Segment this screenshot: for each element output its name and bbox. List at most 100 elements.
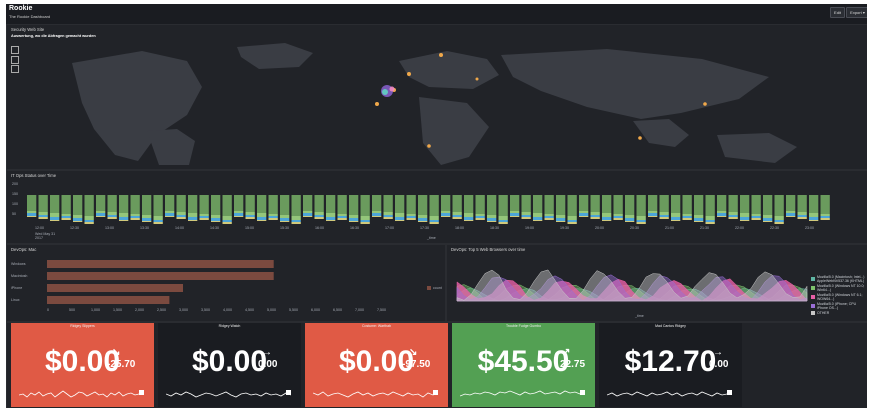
ops-bar[interactable] <box>705 195 715 224</box>
ops-bar[interactable] <box>176 195 186 219</box>
ops-bar[interactable] <box>188 195 198 221</box>
sparkline <box>460 390 585 397</box>
ops-bar[interactable] <box>809 195 819 221</box>
ops-bar[interactable] <box>602 195 612 221</box>
ops-bar[interactable] <box>613 195 623 220</box>
traffic-tile[interactable]: Costume: Warthab $0.00 ↘ -97.50 <box>305 323 448 407</box>
ops-bar[interactable] <box>291 195 301 224</box>
ops-bar[interactable] <box>694 195 704 222</box>
ops-bar[interactable] <box>498 195 508 224</box>
ops-bar[interactable] <box>73 195 83 222</box>
ops-bar[interactable] <box>441 195 451 217</box>
ops-bar[interactable] <box>487 195 497 222</box>
ops-bar[interactable] <box>50 195 60 221</box>
ops-bar[interactable] <box>142 195 152 222</box>
ops-bar[interactable] <box>740 195 750 221</box>
traffic-tile[interactable]: Trouble Fudge Gumbo $45.50 ↗ 22.75 <box>452 323 595 407</box>
x-tick-label: 15:00 <box>245 226 254 230</box>
ops-bar[interactable] <box>763 195 773 222</box>
export-button[interactable]: Export ▾ <box>846 7 867 18</box>
zoom-in-icon[interactable] <box>11 46 19 54</box>
ops-bar[interactable] <box>326 195 336 221</box>
ops-bar[interactable] <box>84 195 94 224</box>
x-tick-label: 14:00 <box>175 226 184 230</box>
ops-bar[interactable] <box>452 195 462 219</box>
ops-bar[interactable] <box>153 195 163 224</box>
ops-bar[interactable] <box>797 195 807 219</box>
ops-bar[interactable] <box>521 195 531 219</box>
ops-bar[interactable] <box>27 195 37 217</box>
ops-bar[interactable] <box>533 195 543 221</box>
ops-bar[interactable] <box>303 195 313 217</box>
ops-bar[interactable] <box>61 195 71 220</box>
mac-bar[interactable] <box>47 284 183 292</box>
mac-x-tick-label: 2,500 <box>157 308 166 312</box>
ops-bar[interactable] <box>636 195 646 224</box>
ops-bar[interactable] <box>406 195 416 220</box>
ops-bar[interactable] <box>395 195 405 221</box>
layers-icon[interactable] <box>11 65 19 73</box>
ops-bar[interactable] <box>107 195 117 219</box>
traffic-tile[interactable]: Ridgey Watch $0.00 → 0.00 <box>158 323 301 407</box>
ops-bar[interactable] <box>625 195 635 222</box>
ops-bar[interactable] <box>544 195 554 220</box>
legend-item: Mozilla/5.0 (Windows NT 6.1; WOW64...) <box>811 293 865 301</box>
legend-label: Mozilla/5.0 (Windows NT 10.0; Win64...) <box>817 284 865 292</box>
x-tick-label: 17:30 <box>420 226 429 230</box>
ops-bar[interactable] <box>234 195 244 217</box>
y-tick-150: 150 <box>12 192 18 196</box>
ops-bar[interactable] <box>96 195 106 217</box>
traffic-tile[interactable]: Mad Cantos Ridgey $12.70 → 0.00 <box>599 323 742 407</box>
ops-bar[interactable] <box>475 195 485 220</box>
ops-bar[interactable] <box>130 195 140 220</box>
ops-bar[interactable] <box>820 195 830 220</box>
down-right-arrow-icon: ↘ <box>112 347 121 358</box>
traffic-tile[interactable]: Ridgey Slippers $0.00 ↘ -25.70 <box>11 323 154 407</box>
ops-bar[interactable] <box>429 195 439 224</box>
devops-browsers-chart[interactable]: _time <box>447 245 867 321</box>
world-map[interactable] <box>27 43 857 165</box>
zoom-out-icon[interactable] <box>11 56 19 64</box>
ops-bar[interactable] <box>659 195 669 219</box>
mac-bar[interactable] <box>47 260 274 268</box>
ops-bar[interactable] <box>556 195 566 222</box>
mac-legend-swatch <box>427 286 431 290</box>
devops-mac-panel: DevOps: Mac Windows Macintosh iPhone Linux … <box>6 244 446 322</box>
mac-bar[interactable] <box>47 296 170 304</box>
ops-bar[interactable] <box>671 195 681 221</box>
ops-bar[interactable] <box>774 195 784 224</box>
ops-bar[interactable] <box>418 195 428 222</box>
devops-mac-chart[interactable]: Windows Macintosh iPhone Linux 0 500 1,000 1,5… <box>7 245 445 321</box>
ops-bar[interactable] <box>337 195 347 220</box>
ops-bar[interactable] <box>383 195 393 219</box>
edit-button[interactable]: Edit <box>830 7 845 18</box>
ops-status-chart[interactable]: 200 150 100 50 12:00 12:30 13:00 13:30 14:00… <box>7 171 867 243</box>
ops-bar[interactable] <box>717 195 727 217</box>
ops-bar[interactable] <box>648 195 658 217</box>
mac-x-tick-label: 7,000 <box>355 308 364 312</box>
ops-bar[interactable] <box>199 195 209 220</box>
ops-bar[interactable] <box>222 195 232 224</box>
ops-bar[interactable] <box>38 195 48 219</box>
ops-bar[interactable] <box>590 195 600 219</box>
ops-bar[interactable] <box>360 195 370 224</box>
ops-bar[interactable] <box>165 195 175 217</box>
mac-bar[interactable] <box>47 272 274 280</box>
ops-bar[interactable] <box>119 195 129 221</box>
ops-bar[interactable] <box>510 195 520 217</box>
ops-bar[interactable] <box>280 195 290 222</box>
ops-bar[interactable] <box>682 195 692 220</box>
ops-bar[interactable] <box>211 195 221 222</box>
ops-bar[interactable] <box>567 195 577 224</box>
ops-bar[interactable] <box>579 195 589 217</box>
ops-bar[interactable] <box>728 195 738 219</box>
ops-bar[interactable] <box>257 195 267 221</box>
ops-bar[interactable] <box>372 195 382 217</box>
ops-bar[interactable] <box>268 195 278 220</box>
ops-bar[interactable] <box>245 195 255 219</box>
ops-bar[interactable] <box>751 195 761 220</box>
ops-bar[interactable] <box>314 195 324 219</box>
ops-bar[interactable] <box>349 195 359 222</box>
ops-bar[interactable] <box>464 195 474 221</box>
ops-bar[interactable] <box>786 195 796 217</box>
